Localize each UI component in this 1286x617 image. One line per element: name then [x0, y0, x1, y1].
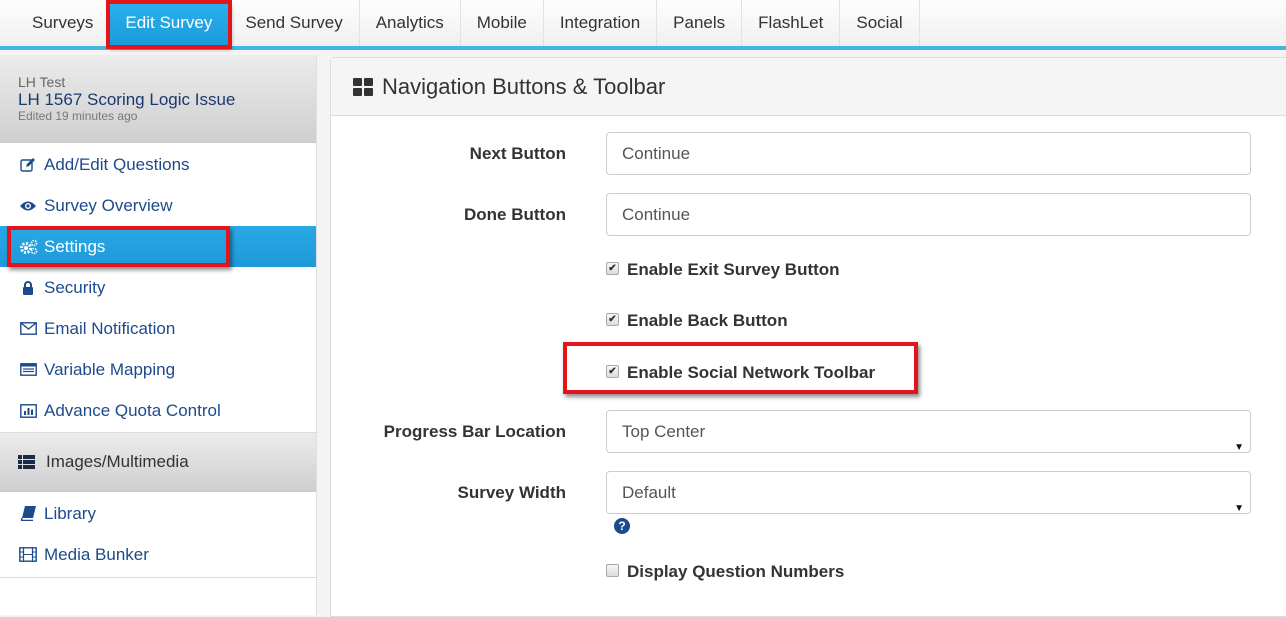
top-nav-tabs: Surveys Edit Survey Send Survey Analytic… — [0, 0, 1286, 49]
survey-edited-time: Edited 19 minutes ago — [18, 109, 138, 123]
sidebar-item-advance-quota-control[interactable]: Advance Quota Control — [0, 390, 316, 431]
sidebar-item-label: Media Bunker — [44, 544, 149, 564]
tab-flashlet[interactable]: FlashLet — [742, 0, 841, 46]
sidebar-section-label: Images/Multimedia — [46, 452, 189, 471]
bar-chart-icon — [18, 403, 38, 419]
tab-edit-survey[interactable]: Edit Survey — [106, 0, 233, 49]
checkbox-label: Display Question Numbers — [627, 562, 845, 581]
tab-integration[interactable]: Integration — [544, 0, 658, 46]
sidebar-item-label: Security — [44, 277, 106, 297]
th-large-icon — [353, 77, 373, 96]
list-alt-icon — [18, 362, 38, 378]
enable-exit-survey-checkbox[interactable]: ✔ Enable Exit Survey Button — [606, 260, 840, 280]
sidebar-item-label: Email Notification — [44, 318, 176, 338]
sidebar-item-settings[interactable]: Settings — [0, 226, 316, 267]
survey-width-label: Survey Width — [457, 483, 566, 502]
sidebar-item-label: Survey Overview — [44, 195, 173, 215]
tab-social[interactable]: Social — [840, 0, 920, 46]
help-icon[interactable]: ? — [614, 518, 630, 534]
checkbox-checked[interactable]: ✔ — [606, 364, 619, 378]
edit-icon — [18, 157, 38, 173]
sidebar-item-label: Add/Edit Questions — [44, 154, 190, 174]
next-button-label: Next Button — [469, 144, 566, 163]
sidebar-item-add-edit-questions[interactable]: Add/Edit Questions — [0, 144, 316, 185]
select-value: Default — [622, 483, 676, 502]
progress-bar-location-select[interactable]: Top Center ▼ — [606, 410, 1251, 453]
sidebar-item-library[interactable]: Library — [0, 493, 316, 534]
settings-panel: Navigation Buttons & Toolbar Next Button… — [330, 57, 1286, 617]
th-list-icon — [18, 455, 38, 469]
sidebar-item-variable-mapping[interactable]: Variable Mapping — [0, 349, 316, 390]
display-question-numbers-checkbox[interactable]: Display Question Numbers — [606, 562, 844, 582]
select-value: Top Center — [622, 422, 706, 441]
survey-owner: LH Test — [18, 74, 66, 90]
checkbox-unchecked[interactable] — [606, 563, 619, 577]
tab-analytics[interactable]: Analytics — [360, 0, 461, 46]
eye-icon — [18, 198, 38, 214]
top-nav: Surveys Edit Survey Send Survey Analytic… — [0, 0, 1286, 50]
highlight-box — [7, 226, 230, 267]
sidebar-item-label: Advance Quota Control — [44, 400, 221, 420]
survey-header: LH Test LH 1567 Scoring Logic Issue Edit… — [0, 55, 316, 143]
done-button-label: Done Button — [464, 205, 566, 224]
sidebar-item-email-notification[interactable]: Email Notification — [0, 308, 316, 349]
tab-surveys[interactable]: Surveys — [16, 0, 109, 46]
checkbox-checked[interactable]: ✔ — [606, 312, 619, 326]
done-button-input[interactable] — [606, 193, 1251, 236]
film-icon — [18, 547, 38, 563]
caret-down-icon: ▼ — [1234, 503, 1244, 514]
enable-back-button-checkbox[interactable]: ✔ Enable Back Button — [606, 311, 788, 331]
checkbox-label: Enable Social Network Toolbar — [627, 363, 876, 382]
tab-mobile[interactable]: Mobile — [461, 0, 544, 46]
sidebar-item-media-bunker[interactable]: Media Bunker — [0, 534, 316, 575]
sidebar-item-security[interactable]: Security — [0, 267, 316, 308]
sidebar-group-multimedia: Library Media Bunker — [0, 492, 316, 578]
book-icon — [18, 506, 38, 522]
panel-title: Navigation Buttons & Toolbar — [382, 73, 666, 99]
checkbox-label: Enable Back Button — [627, 311, 788, 330]
sidebar-section-images-multimedia[interactable]: Images/Multimedia — [0, 432, 316, 492]
lock-icon — [18, 280, 38, 296]
progress-bar-location-label: Progress Bar Location — [383, 422, 566, 441]
tab-panels[interactable]: Panels — [657, 0, 743, 46]
survey-width-select[interactable]: Default ▼ — [606, 471, 1251, 514]
panel-header: Navigation Buttons & Toolbar — [331, 58, 1286, 116]
sidebar-item-survey-overview[interactable]: Survey Overview — [0, 185, 316, 226]
sidebar: LH Test LH 1567 Scoring Logic Issue Edit… — [0, 55, 317, 615]
next-button-input[interactable] — [606, 132, 1251, 175]
sidebar-item-label: Library — [44, 503, 96, 523]
envelope-icon — [18, 321, 38, 337]
sidebar-item-label: Variable Mapping — [44, 359, 176, 379]
checkbox-label: Enable Exit Survey Button — [627, 260, 840, 279]
survey-title: LH 1567 Scoring Logic Issue — [18, 90, 236, 109]
checkbox-checked[interactable]: ✔ — [606, 261, 619, 275]
caret-down-icon: ▼ — [1234, 442, 1244, 453]
tab-send-survey[interactable]: Send Survey — [229, 0, 360, 46]
enable-social-network-toolbar-checkbox[interactable]: ✔ Enable Social Network Toolbar — [563, 342, 918, 394]
